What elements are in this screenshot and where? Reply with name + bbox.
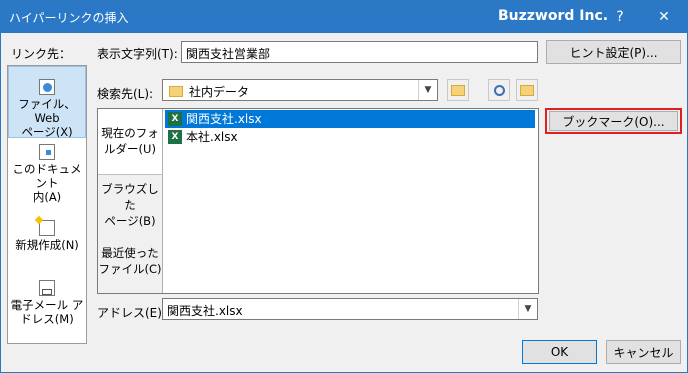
browse-file-button[interactable] [516,79,538,101]
sidebar-item-label: このドキュメント [12,162,82,190]
ok-button[interactable]: OK [522,340,597,364]
tab-label: ファイル(C) [98,262,162,276]
link-to-label: リンク先： [11,47,72,61]
sidebar-item-label: ページ(X) [21,125,73,139]
tab-browsed-pages[interactable]: ブラウズした ページ(B) [98,181,162,228]
help-button[interactable]: ? [605,5,635,29]
sidebar-item-label: 内(A) [32,190,62,204]
title-bar: ハイパーリンクの挿入 Buzzword Inc. ? ✕ [1,1,687,33]
email-icon [39,280,55,296]
sidebar-item-label: 電子メール ア [10,298,84,312]
file-name: 本社.xlsx [186,130,238,144]
look-in-label: 検索先(L): [97,87,154,101]
sidebar-item-create-new[interactable]: 新規作成(N) [8,215,86,260]
file-list-item[interactable]: X 関西支社.xlsx [165,110,535,128]
link-to-sidebar: ファイル、Web ページ(X) このドキュメント 内(A) 新規作成(N) 電子… [7,65,87,344]
sidebar-item-this-document[interactable]: このドキュメント 内(A) [8,144,86,206]
address-label: アドレス(E): [97,306,166,320]
address-value: 関西支社.xlsx [167,304,243,318]
browse-web-button[interactable] [488,79,510,101]
folder-up-icon [451,84,465,96]
file-list-item[interactable]: X 本社.xlsx [165,128,535,146]
bookmark-button[interactable]: ブックマーク(O)... [549,111,678,131]
display-text-label: 表示文字列(T): [97,47,178,61]
folder-icon [169,86,183,97]
document-icon [39,144,55,160]
file-globe-icon [39,79,55,95]
tab-current-folder[interactable]: 現在のフォ ルダー(U) [98,109,162,175]
sidebar-item-label: ドレス(M) [20,312,74,326]
tab-label: ブラウズした [101,182,159,212]
sidebar-item-email-address[interactable]: 電子メール ア ドレス(M) [8,280,86,332]
new-document-icon [34,215,55,236]
up-one-folder-button[interactable] [447,79,469,101]
address-field[interactable]: 関西支社.xlsx ▼ [162,298,538,320]
file-name: 関西支社.xlsx [186,112,262,126]
browse-tabs: 現在のフォ ルダー(U) ブラウズした ページ(B) 最近使った ファイル(C) [98,109,163,293]
display-text-field[interactable]: 関西支社営業部 [181,41,538,63]
chevron-down-icon[interactable]: ▼ [518,299,537,319]
open-folder-icon [520,84,534,96]
screentip-button[interactable]: ヒント設定(P)... [546,40,681,64]
tab-label: 現在のフォ [101,126,159,140]
hyperlink-dialog: ハイパーリンクの挿入 Buzzword Inc. ? ✕ リンク先： ファイル、… [0,0,688,373]
chevron-down-icon: ▼ [418,80,437,100]
file-browser-panel: 現在のフォ ルダー(U) ブラウズした ページ(B) 最近使った ファイル(C)… [97,108,539,294]
tab-label: ルダー(U) [104,142,156,156]
tab-label: 最近使った [101,246,159,260]
tab-label: ページ(B) [104,214,156,228]
sidebar-item-file-web-page[interactable]: ファイル、Web ページ(X) [8,66,86,139]
excel-icon: X [168,130,182,144]
brand-label: Buzzword Inc. [498,8,609,24]
look-in-dropdown[interactable]: 社内データ ▼ [162,79,438,101]
dialog-title: ハイパーリンクの挿入 [9,11,129,25]
tab-recent-files[interactable]: 最近使った ファイル(C) [98,245,162,289]
look-in-value: 社内データ [189,85,250,99]
excel-icon: X [168,112,182,126]
cancel-button[interactable]: キャンセル [606,340,681,364]
display-text-value: 関西支社営業部 [186,47,271,61]
search-globe-icon [493,84,505,96]
sidebar-item-label: 新規作成(N) [15,238,79,252]
close-button[interactable]: ✕ [649,5,679,29]
sidebar-item-label: ファイル、Web [18,97,76,125]
